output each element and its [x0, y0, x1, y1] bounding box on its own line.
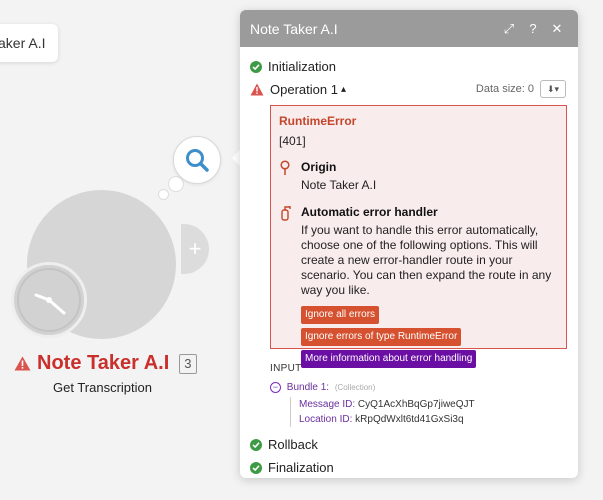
module-name: Note Taker A.I [37, 352, 170, 374]
field-row: Message ID: CyQ1AcXhBqGp7jiweQJT [299, 397, 578, 412]
operation-row[interactable]: Operation 1 ▴ Data size: 0 ⬇▾ [240, 78, 578, 101]
clock-icon [11, 262, 87, 338]
bundle-fields: Message ID: CyQ1AcXhBqGp7jiweQJT Locatio… [290, 397, 578, 428]
data-size-group: Data size: 0 ⬇▾ [476, 80, 566, 98]
bundle-tree: − Bundle 1: (Collection) Message ID: CyQ… [270, 382, 578, 428]
origin-section: Origin Note Taker A.I [279, 160, 558, 193]
ignore-all-errors-button[interactable]: Ignore all errors [301, 306, 380, 324]
handler-heading: Automatic error handler [301, 205, 438, 219]
add-module-button[interactable]: + [181, 224, 209, 274]
error-code: [401] [279, 134, 306, 148]
field-value: kRpQdWxlt6td41GxSi3q [355, 414, 464, 426]
initialization-row[interactable]: Initialization [240, 55, 578, 78]
module-title-row: Note Taker A.I 3 [14, 352, 214, 375]
field-row: Location ID: kRpQdWxlt6td41GxSi3q [299, 412, 578, 427]
thought-bubble-small [158, 189, 169, 200]
error-title: RuntimeError [279, 114, 357, 128]
field-key: Location ID: [299, 414, 353, 426]
inspect-bubble[interactable] [173, 136, 221, 184]
handler-text: If you want to handle this error automat… [301, 223, 552, 297]
finalization-row[interactable]: Finalization [240, 456, 578, 478]
field-key: Message ID: [299, 399, 356, 411]
operation-label: Operation 1 [270, 82, 338, 97]
initialization-label: Initialization [268, 59, 336, 74]
execution-inspector-panel: Note Taker A.I ⤢ ? ✕ Initialization Oper… [240, 10, 578, 478]
fire-extinguisher-icon [281, 206, 291, 221]
finalization-label: Finalization [268, 460, 334, 476]
warning-icon [250, 83, 264, 96]
data-size-label: Data size: 0 [475, 83, 534, 95]
origin-pin-icon [280, 160, 290, 175]
rollback-row[interactable]: Rollback [240, 433, 578, 456]
rollback-label: Rollback [268, 437, 318, 453]
collapse-minus-icon[interactable]: − [270, 382, 281, 393]
previous-module-label: aker A.I [0, 35, 46, 51]
download-icon[interactable]: ⬇▾ [540, 80, 566, 98]
ignore-runtime-errors-button[interactable]: Ignore errors of type RuntimeError [301, 328, 462, 346]
bundle-label[interactable]: Bundle 1: [287, 382, 329, 393]
close-icon[interactable]: ✕ [546, 21, 568, 37]
previous-module-chip[interactable]: aker A.I [0, 24, 58, 62]
check-icon [250, 60, 262, 73]
panel-title: Note Taker A.I [250, 20, 338, 37]
panel-header: Note Taker A.I ⤢ ? ✕ [240, 10, 578, 47]
error-handling-info-link[interactable]: More information about error handling [301, 350, 477, 368]
module-count-badge: 3 [179, 353, 197, 374]
origin-value: Note Taker A.I [301, 178, 377, 192]
field-value: CyQ1AcXhBqGp7jiweQJT [357, 399, 475, 411]
warning-icon [14, 356, 31, 371]
handler-section: Automatic error handler If you want to h… [279, 205, 558, 298]
panel-pointer [232, 150, 240, 166]
error-box: RuntimeError [401] Origin Note Taker A.I [270, 105, 567, 368]
error-actions: Ignore all errors Ignore errors of type … [301, 304, 558, 370]
module-action: Get Transcription [53, 380, 152, 395]
collapse-caret-icon[interactable]: ▴ [341, 84, 346, 95]
help-icon[interactable]: ? [522, 21, 544, 36]
check-icon [250, 461, 262, 474]
expand-icon[interactable]: ⤢ [498, 21, 520, 37]
bundle-type: (Collection) [334, 383, 376, 393]
check-icon [250, 438, 262, 451]
origin-heading: Origin [301, 160, 337, 174]
search-icon [186, 149, 209, 172]
